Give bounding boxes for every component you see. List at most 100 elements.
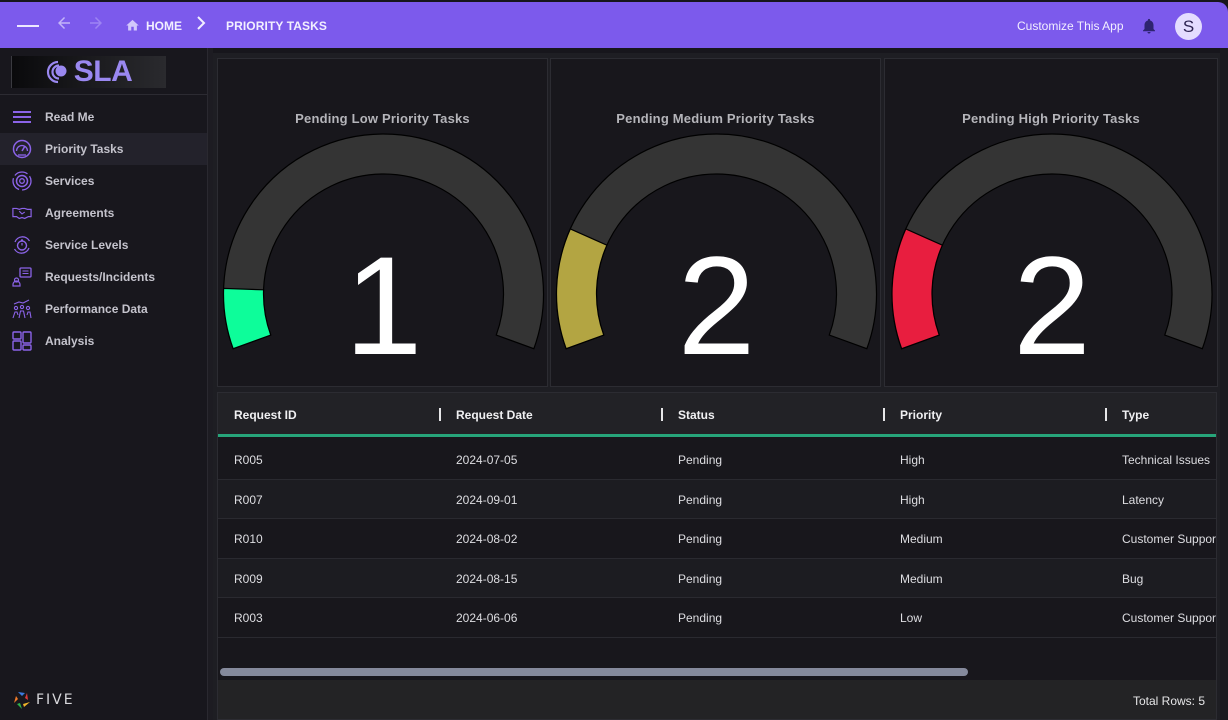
cell-request-id: R010 xyxy=(234,532,263,546)
column-header-request-date[interactable]: Request Date xyxy=(456,408,533,422)
sidebar-nav: Read Me Priority Tasks Services Agreemen… xyxy=(0,101,207,357)
menu-lines-icon xyxy=(12,107,32,127)
cell-priority: High xyxy=(900,492,925,507)
cell-request-id: R003 xyxy=(234,611,263,625)
sidebar-item-label: Service Levels xyxy=(45,238,129,252)
gauge-panel-high: Pending High Priority Tasks 2 xyxy=(884,58,1218,387)
cell-status: Pending xyxy=(678,611,723,625)
home-icon xyxy=(126,19,139,31)
cell-priority: High xyxy=(900,453,925,467)
hamburger-icon[interactable] xyxy=(17,15,39,37)
cell-status: Pending xyxy=(678,492,723,507)
gauge-value-label: 1 xyxy=(345,227,423,384)
sidebar-item-label: Requests/Incidents xyxy=(45,270,156,284)
customize-app-link[interactable]: Customize This App xyxy=(1017,19,1124,33)
speedometer-icon xyxy=(12,139,32,159)
five-brand-logo: FIVE xyxy=(12,690,75,710)
cell-type: Customer Support xyxy=(1122,532,1217,546)
gauge-value-arc xyxy=(555,228,608,350)
sidebar-item-label: Services xyxy=(45,174,95,188)
sidebar-item-services[interactable]: Services xyxy=(0,165,207,197)
sidebar-item-service-levels[interactable]: Service Levels xyxy=(0,229,207,261)
arrow-left-icon[interactable] xyxy=(55,14,73,32)
sidebar-item-label: Performance Data xyxy=(45,302,148,316)
cell-status: Pending xyxy=(678,571,723,586)
gauge-value-arc xyxy=(222,287,272,350)
cell-priority: Medium xyxy=(900,532,943,546)
column-resize-handle[interactable] xyxy=(883,408,885,421)
breadcrumb-separator xyxy=(196,16,206,33)
table-header: Request ID Request Date Status Priority … xyxy=(218,393,1216,437)
gauge-value-arc xyxy=(891,228,944,350)
cell-request-date: 2024-08-15 xyxy=(456,571,518,586)
horizontal-scrollbar-thumb[interactable] xyxy=(220,668,968,676)
vertical-scrollbar[interactable] xyxy=(1220,48,1228,720)
logo-text: SLA xyxy=(73,55,133,88)
gauge-value-label: 2 xyxy=(1013,227,1091,384)
priority-tasks-table: Request ID Request Date Status Priority … xyxy=(217,392,1217,720)
stopwatch-cycle-icon xyxy=(12,235,32,255)
gauge-panel-low: Pending Low Priority Tasks 1 xyxy=(217,58,548,387)
sidebar-item-priority-tasks[interactable]: Priority Tasks xyxy=(0,133,207,165)
table-row[interactable]: R005 2024-07-05 Pending High Technical Issue… xyxy=(218,440,1216,480)
sidebar-item-label: Read Me xyxy=(45,110,95,124)
sidebar-item-analysis[interactable]: Analysis xyxy=(0,325,207,357)
cell-request-date: 2024-06-06 xyxy=(456,611,518,625)
bell-icon[interactable] xyxy=(1140,16,1158,36)
cell-request-date: 2024-08-02 xyxy=(456,532,518,546)
team-growth-icon xyxy=(12,299,32,319)
top-app-bar: HOME PRIORITY TASKS Customize This App S xyxy=(0,2,1228,48)
dashboard-grid-icon xyxy=(12,331,32,351)
column-resize-handle[interactable] xyxy=(661,408,663,421)
divider xyxy=(0,94,207,95)
sidebar-item-label: Agreements xyxy=(45,206,115,220)
table-row[interactable]: R009 2024-08-15 Pending Medium Bug xyxy=(218,558,1216,598)
cell-status: Pending xyxy=(678,453,723,467)
breadcrumb-home[interactable]: HOME xyxy=(125,18,182,33)
column-header-request-id[interactable]: Request ID xyxy=(234,408,297,422)
arrow-right-icon[interactable] xyxy=(87,14,105,32)
sidebar-item-read-me[interactable]: Read Me xyxy=(0,101,207,133)
sidebar-item-label: Analysis xyxy=(45,334,95,348)
sla-logo-icon xyxy=(46,60,67,84)
gauge-chart-high: 2 xyxy=(891,133,1213,384)
table-row[interactable]: R007 2024-09-01 Pending High Latency xyxy=(218,479,1216,519)
column-header-status[interactable]: Status xyxy=(678,408,715,422)
five-star-icon xyxy=(14,692,30,709)
handshake-icon xyxy=(12,203,32,223)
column-header-priority[interactable]: Priority xyxy=(900,408,942,422)
gear-circle-icon xyxy=(12,171,32,191)
cell-type: Bug xyxy=(1122,571,1144,586)
chevron-right-icon xyxy=(197,16,206,30)
cell-type: Latency xyxy=(1122,492,1165,507)
sidebar-item-agreements[interactable]: Agreements xyxy=(0,197,207,229)
sidebar-item-requests-incidents[interactable]: Requests/Incidents xyxy=(0,261,207,293)
gauge-panel-medium: Pending Medium Priority Tasks 2 xyxy=(550,58,881,387)
cell-request-id: R005 xyxy=(234,453,263,467)
cell-request-date: 2024-07-05 xyxy=(456,453,518,467)
user-avatar[interactable]: S xyxy=(1175,13,1202,40)
table-row[interactable]: R010 2024-08-02 Pending Medium Customer Supp… xyxy=(218,519,1217,559)
horizontal-scrollbar[interactable] xyxy=(218,664,1216,678)
user-message-icon xyxy=(12,267,32,287)
sidebar: SLA Read Me Priority Tasks Services Agre… xyxy=(0,48,213,720)
column-header-type[interactable]: Type xyxy=(1122,408,1149,422)
cell-status: Pending xyxy=(678,532,723,546)
breadcrumb-current: PRIORITY TASKS xyxy=(226,19,327,33)
main-content: Pending Low Priority Tasks 1 Pending Med… xyxy=(213,53,1220,720)
column-resize-handle[interactable] xyxy=(1105,408,1107,421)
app-logo: SLA xyxy=(11,55,166,88)
breadcrumb-home-label: HOME xyxy=(146,18,182,33)
table-row[interactable]: R003 2024-06-06 Pending Low Customer Support xyxy=(218,598,1217,638)
cell-priority: Medium xyxy=(900,571,943,586)
cell-type: Customer Support xyxy=(1122,611,1217,625)
sidebar-item-label: Priority Tasks xyxy=(45,142,124,156)
cell-priority: Low xyxy=(900,611,923,625)
sidebar-item-performance-data[interactable]: Performance Data xyxy=(0,293,207,325)
cell-request-date: 2024-09-01 xyxy=(456,492,518,507)
table-footer: Total Rows: 5 xyxy=(218,680,1216,719)
cell-request-id: R007 xyxy=(234,492,263,507)
five-brand-text: FIVE xyxy=(36,692,75,708)
gauge-chart-medium: 2 xyxy=(555,133,878,384)
column-resize-handle[interactable] xyxy=(439,408,441,421)
